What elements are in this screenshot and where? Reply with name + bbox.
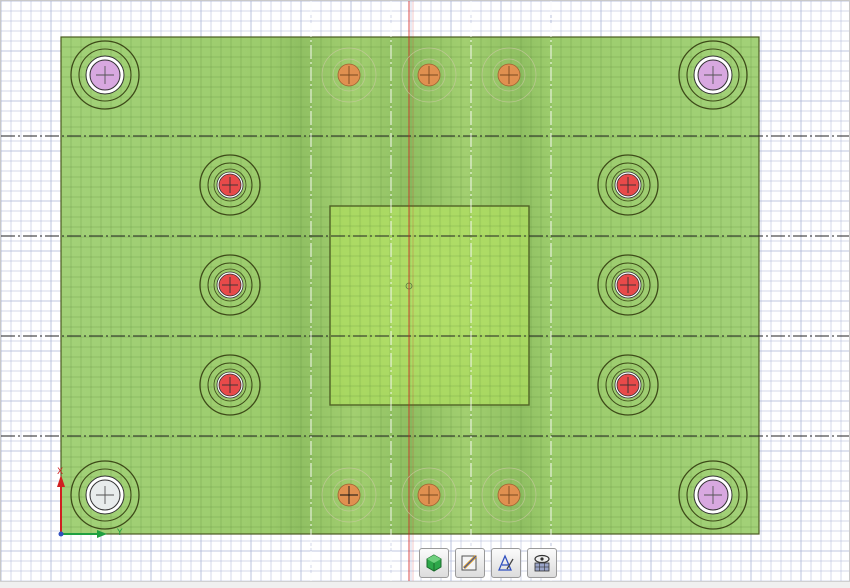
pencil-ruler-icon (461, 554, 478, 571)
view-toolbar (419, 548, 557, 578)
status-strip (0, 581, 850, 588)
axis-y-label: Y (117, 528, 123, 538)
3d-view-button[interactable] (419, 548, 449, 578)
eye-grid-icon (534, 554, 550, 572)
triad-origin (58, 531, 64, 537)
cad-canvas[interactable] (1, 1, 850, 588)
annotate-button[interactable] (491, 548, 521, 578)
text-annotation-icon (498, 554, 514, 571)
edit-sketch-button[interactable] (455, 548, 485, 578)
green-cube-icon (426, 554, 442, 572)
visibility-button[interactable] (527, 548, 557, 578)
mold-plate[interactable] (60, 36, 760, 535)
cad-viewport[interactable]: X Y (0, 0, 850, 588)
axis-x-label: X (57, 467, 64, 477)
